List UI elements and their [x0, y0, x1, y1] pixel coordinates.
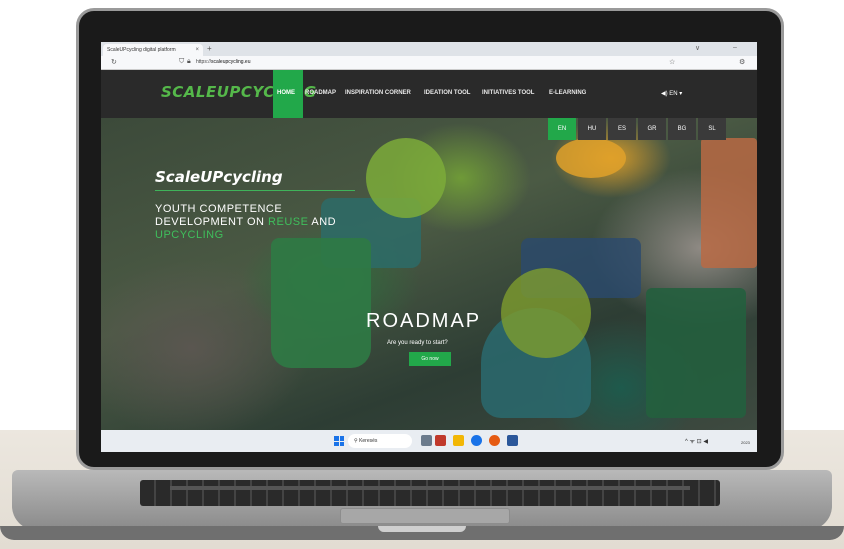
tab-title: ScaleUPcycling digital platform	[107, 47, 176, 53]
plant-leaves	[366, 138, 446, 218]
tab-close-icon[interactable]: ×	[195, 47, 199, 53]
go-now-button[interactable]: Go now	[409, 352, 451, 366]
roadmap-subheading: Are you ready to start?	[387, 340, 448, 346]
language-strip: EN HU ES GR BG SL	[548, 118, 728, 140]
lang-gr[interactable]: GR	[638, 118, 666, 140]
url-prefix: https://	[196, 59, 212, 65]
settings-icon[interactable]: ⚙	[739, 58, 745, 66]
taskbar-search-placeholder: Keresés	[359, 438, 378, 444]
windows-start-icon[interactable]	[334, 436, 344, 446]
keyboard-row	[170, 486, 690, 490]
hero-divider	[155, 190, 355, 191]
file-explorer-icon[interactable]	[453, 435, 464, 446]
lang-bg[interactable]: BG	[668, 118, 696, 140]
shield-icon[interactable]: ⛉	[179, 58, 184, 66]
marigold-flowers	[556, 138, 626, 178]
url-host: scaleupcycling.eu	[211, 59, 251, 65]
app-icon-media[interactable]	[435, 435, 446, 446]
tagline-upcycling: UPCYCLING	[155, 229, 224, 241]
tagline-line-2-a: DEVELOPMENT ON	[155, 216, 269, 228]
nav-item-ideation-tool[interactable]: IDEATION TOOL	[424, 90, 470, 96]
hero-tagline: YOUTH COMPETENCE DEVELOPMENT ON REUSE AN…	[155, 203, 336, 242]
browser-tab-bar: ScaleUPcycling digital platform × + ∨ –	[101, 42, 757, 56]
lang-en[interactable]: EN	[548, 118, 576, 140]
green-pot-right	[646, 288, 746, 418]
lock-icon: 🔒︎	[187, 58, 191, 65]
keyboard	[140, 480, 720, 506]
chrome-icon[interactable]	[471, 435, 482, 446]
tagline-line-2-c: AND	[308, 216, 337, 228]
tagline-reuse: REUSE	[268, 216, 309, 228]
browser-tab[interactable]: ScaleUPcycling digital platform ×	[103, 44, 203, 56]
nav-item-inspiration-corner[interactable]: INSPIRATION CORNER	[345, 90, 411, 96]
hero-brand: ScaleUPcycling	[155, 168, 283, 186]
address-bar: ↻ ⛉ 🔒︎ https://scaleupcycling.eu ☆ ⚙	[101, 56, 757, 70]
nav-item-home[interactable]: HOME	[273, 70, 303, 118]
taskbar-clock[interactable]: 2023	[741, 440, 750, 445]
tagline-line-2: DEVELOPMENT ON REUSE AND	[155, 216, 336, 229]
url-field[interactable]: https://scaleupcycling.eu	[196, 59, 250, 65]
lang-sl[interactable]: SL	[698, 118, 726, 140]
nav-item-home-label: HOME	[277, 90, 295, 96]
window-chevron-icon[interactable]: ∨	[695, 44, 700, 52]
hero-banner: EN HU ES GR BG SL ScaleUPcycling YOUTH C…	[101, 118, 757, 430]
window-minimize-icon[interactable]: –	[733, 44, 737, 51]
trackpad	[340, 508, 510, 524]
tagline-line-1: YOUTH COMPETENCE	[155, 203, 283, 215]
green-jug-planter	[271, 238, 371, 368]
scene: ScaleUPcycling digital platform × + ∨ – …	[0, 0, 844, 549]
nav-item-initiatives-tool[interactable]: INITIATIVES TOOL	[482, 90, 534, 96]
language-selector[interactable]: ◀) EN ▾	[661, 90, 682, 97]
task-view-icon[interactable]	[421, 435, 432, 446]
laptop-screen: ScaleUPcycling digital platform × + ∨ – …	[101, 42, 757, 452]
firefox-icon[interactable]	[489, 435, 500, 446]
laptop-notch	[378, 526, 466, 532]
system-tray[interactable]: ^ ᯤ ⊡ ◀	[685, 437, 708, 445]
word-icon[interactable]	[507, 435, 518, 446]
taskbar-search[interactable]: ⚲ Keresés	[348, 434, 412, 448]
new-tab-icon[interactable]: +	[207, 44, 212, 53]
roadmap-heading: ROADMAP	[366, 310, 482, 332]
succulent-plant	[501, 268, 591, 358]
nav-item-roadmap[interactable]: ROADMAP	[305, 90, 336, 96]
bookmark-star-icon[interactable]: ☆	[669, 58, 675, 66]
nav-item-e-learning[interactable]: E-LEARNING	[549, 90, 586, 96]
site-navigation: SCALEUPCYCLING HOME ROADMAP INSPIRATION …	[101, 70, 757, 118]
os-taskbar: ⚲ Keresés ^ ᯤ ⊡ ◀ 2023	[101, 430, 757, 452]
reload-icon[interactable]: ↻	[111, 58, 117, 66]
terracotta-pot	[701, 138, 757, 268]
lang-es[interactable]: ES	[608, 118, 636, 140]
lang-hu[interactable]: HU	[578, 118, 606, 140]
